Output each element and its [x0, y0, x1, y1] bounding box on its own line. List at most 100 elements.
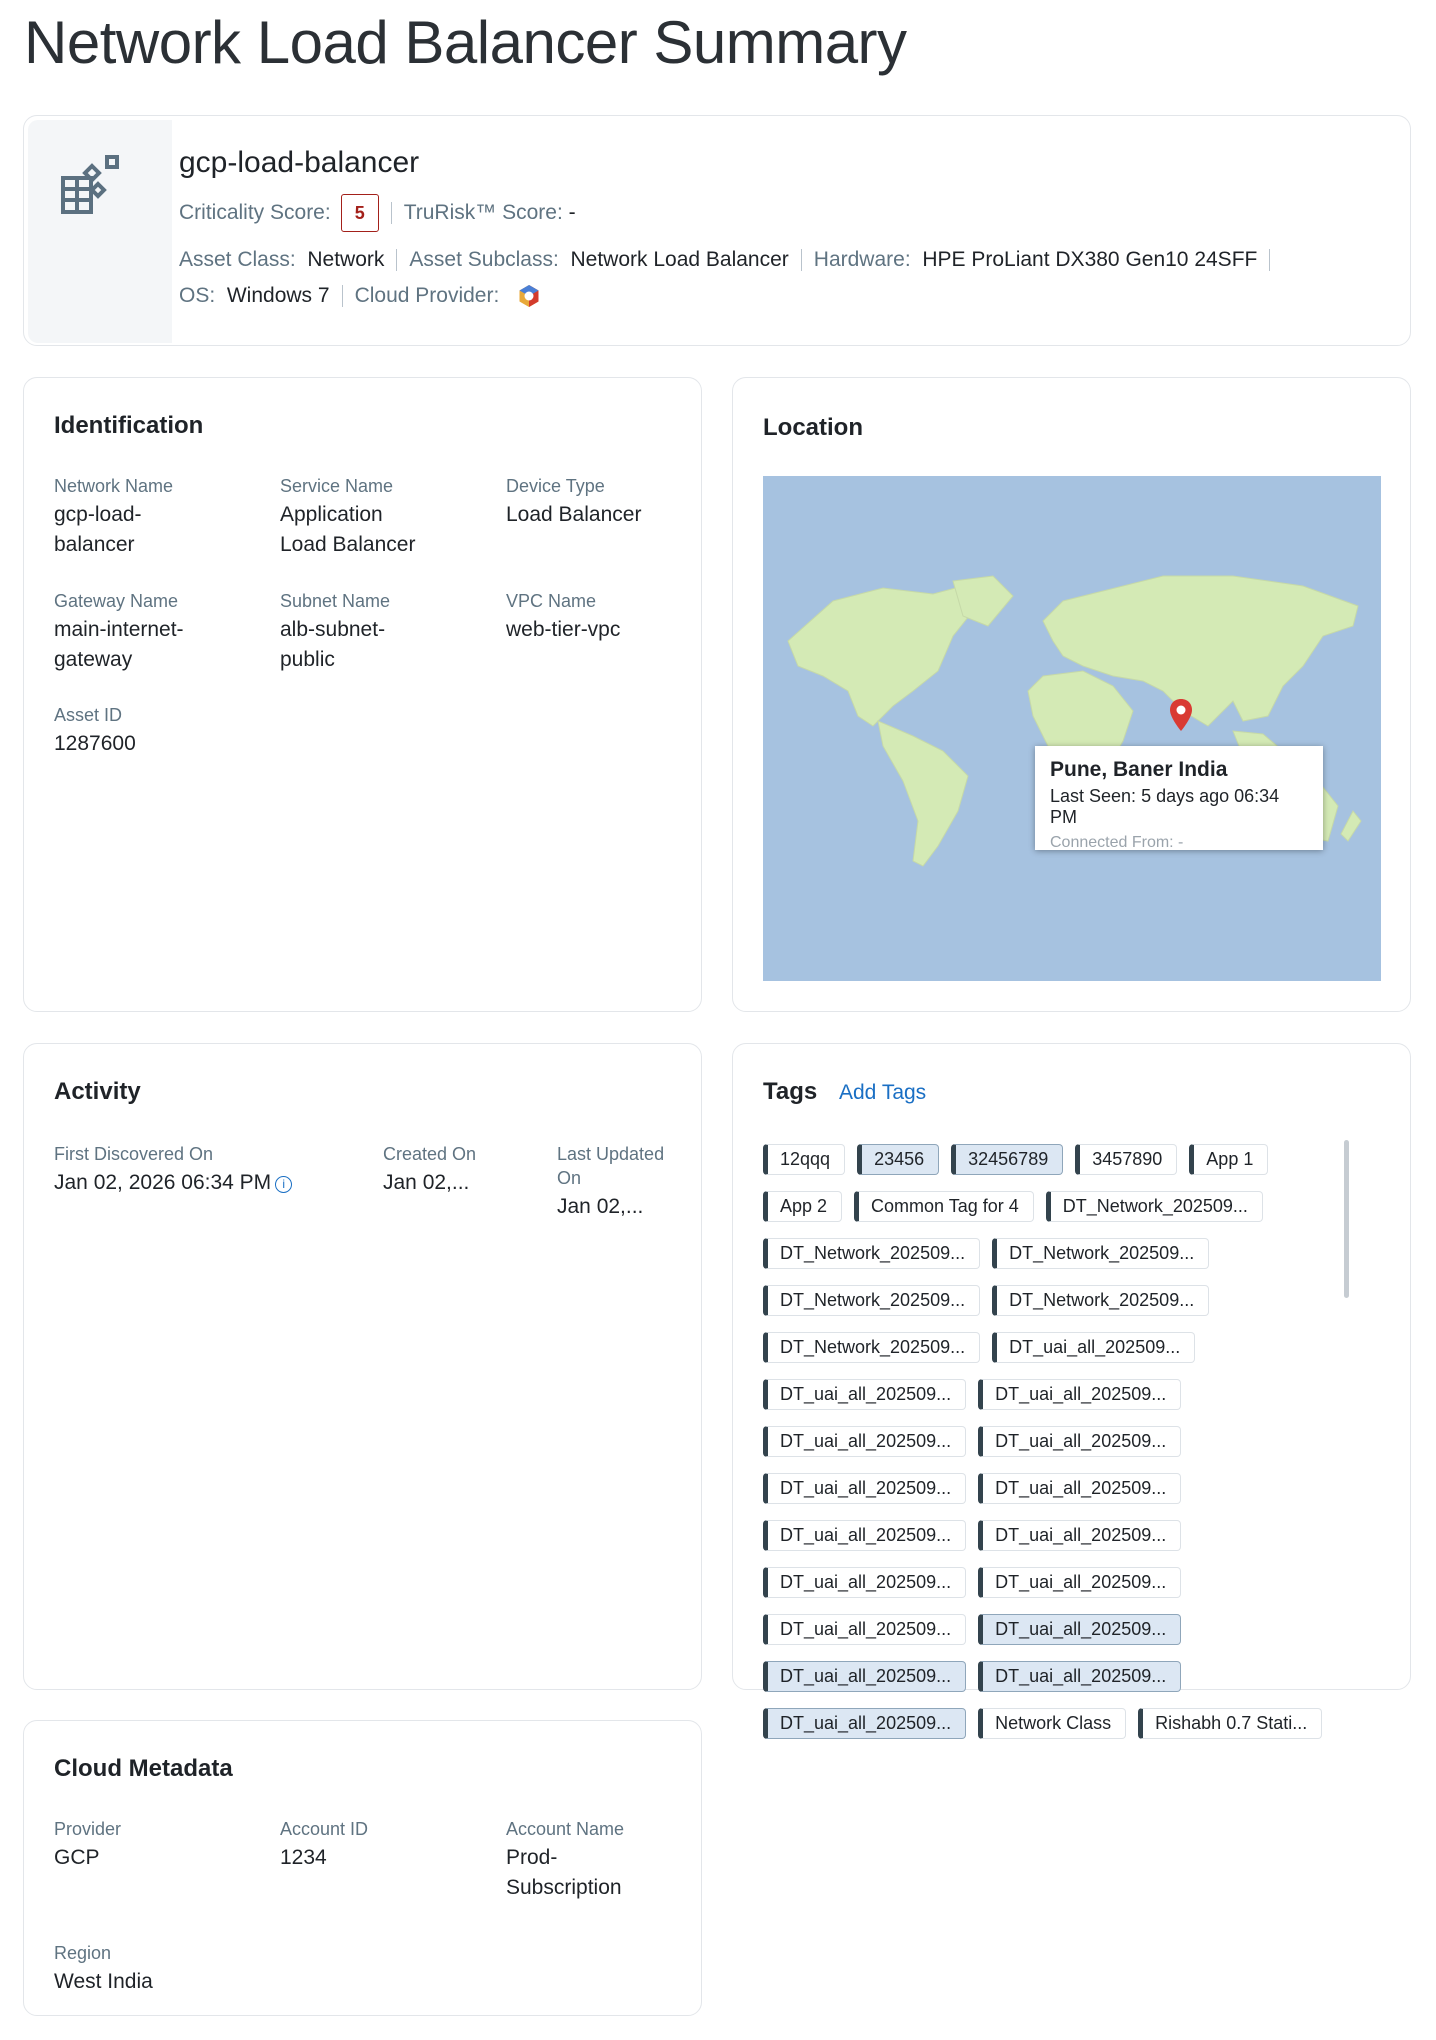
field-value: 1234: [280, 1846, 327, 1869]
tag-chip[interactable]: DT_uai_all_202509...: [763, 1661, 967, 1692]
tag-chip[interactable]: DT_uai_all_202509...: [978, 1473, 1182, 1504]
asset-class-label: Asset Class:: [179, 248, 296, 271]
field-value: West India: [54, 1970, 153, 1993]
field-label: Last Updated On: [557, 1144, 665, 1188]
divider: [390, 202, 392, 224]
tag-chip[interactable]: DT_uai_all_202509...: [992, 1332, 1196, 1363]
location-pin-icon[interactable]: [1169, 698, 1193, 732]
last-updated-field: Last Updated On Jan 02,...: [557, 1142, 677, 1222]
os-label: OS:: [179, 284, 216, 307]
add-tags-link[interactable]: Add Tags: [839, 1081, 926, 1105]
tag-chip[interactable]: DT_uai_all_202509...: [763, 1520, 967, 1551]
tag-chip[interactable]: DT_uai_all_202509...: [763, 1379, 967, 1410]
cloud-metadata-card: Cloud Metadata Provider GCP Account ID 123…: [23, 1720, 702, 2016]
gcp-logo-icon: [519, 285, 539, 307]
tag-chip[interactable]: 32456789: [951, 1144, 1064, 1175]
field-value: Jan 02, 2026 06:34 PM: [54, 1171, 272, 1194]
location-last-seen: Last Seen: 5 days ago 06:34 PM: [1050, 786, 1280, 827]
load-balancer-icon: [61, 155, 119, 214]
field-label: Account ID: [280, 1819, 369, 1839]
activity-card: Activity First Discovered On Jan 02, 2026…: [23, 1043, 702, 1690]
tag-chip[interactable]: 3457890: [1075, 1144, 1178, 1175]
tag-chip[interactable]: DT_uai_all_202509...: [978, 1426, 1182, 1457]
os-value: Windows 7: [226, 284, 330, 307]
criticality-label: Criticality Score:: [179, 201, 331, 224]
criticality-badge: 5: [340, 194, 379, 232]
tag-chip[interactable]: DT_Network_202509...: [1045, 1191, 1263, 1222]
tags-title: Tags: [763, 1078, 818, 1105]
hardware-value: HPE ProLiant DX380 Gen10 24SFF: [922, 248, 1258, 271]
tag-chip[interactable]: DT_uai_all_202509...: [978, 1661, 1182, 1692]
tag-chip[interactable]: 12qqq: [763, 1144, 846, 1175]
tag-chip[interactable]: DT_uai_all_202509...: [763, 1426, 967, 1457]
tag-chip[interactable]: DT_uai_all_202509...: [978, 1379, 1182, 1410]
tag-chip[interactable]: DT_uai_all_202509...: [763, 1708, 967, 1739]
field-value: Application Load Balancer: [280, 503, 416, 556]
field-value: web-tier-vpc: [506, 618, 621, 641]
asset-header-card: gcp-load-balancer Criticality Score: 5 T…: [23, 115, 1411, 346]
provider-field: Provider GCP: [54, 1817, 264, 1873]
divider: [396, 249, 398, 271]
field-value: Jan 02,...: [557, 1195, 644, 1218]
field-label: First Discovered On: [54, 1144, 214, 1164]
service-name-field: Service Name Application Load Balancer: [280, 474, 490, 560]
location-title: Location: [763, 414, 863, 441]
tag-chip[interactable]: DT_Network_202509...: [992, 1238, 1210, 1269]
tag-chip[interactable]: Network Class: [978, 1708, 1127, 1739]
asset-subclass-label: Asset Subclass:: [409, 248, 559, 271]
field-label: Asset ID: [54, 705, 123, 725]
field-label: Gateway Name: [54, 591, 179, 611]
trurisk-value: -: [568, 201, 576, 224]
tag-chip[interactable]: App 1: [1189, 1144, 1269, 1175]
tag-chip[interactable]: DT_Network_202509...: [763, 1238, 981, 1269]
tag-chip[interactable]: DT_Network_202509...: [992, 1285, 1210, 1316]
field-label: Subnet Name: [280, 591, 391, 611]
field-label: Created On: [383, 1144, 477, 1164]
tag-chip[interactable]: DT_uai_all_202509...: [763, 1473, 967, 1504]
asset-class-value: Network: [307, 248, 385, 271]
location-connected-from: Connected From: -: [1050, 834, 1184, 851]
field-value: alb-subnet-public: [280, 618, 386, 671]
location-place: Pune, Baner India: [1050, 758, 1228, 781]
divider: [800, 249, 802, 271]
field-value: main-internet-gateway: [54, 618, 184, 671]
tag-chip[interactable]: DT_uai_all_202509...: [763, 1614, 967, 1645]
tag-chip[interactable]: DT_Network_202509...: [763, 1285, 981, 1316]
hardware-label: Hardware:: [813, 248, 911, 271]
world-map-land: [787, 575, 1362, 867]
network-name-field: Network Name gcp-load-balancer: [54, 474, 264, 560]
device-type-field: Device Type Load Balancer: [506, 474, 716, 530]
location-tooltip: Pune, Baner India Last Seen: 5 days ago …: [1035, 746, 1323, 851]
tag-chip[interactable]: Common Tag for 4: [854, 1191, 1034, 1222]
activity-title: Activity: [54, 1078, 141, 1105]
field-label: Device Type: [506, 476, 605, 496]
field-value: Jan 02,...: [383, 1171, 470, 1194]
field-value: Load Balancer: [506, 503, 642, 526]
divider: [1269, 249, 1271, 271]
field-value: GCP: [54, 1846, 100, 1869]
field-label: Network Name: [54, 476, 174, 496]
tag-chip[interactable]: Rishabh 0.7 Stati...: [1138, 1708, 1323, 1739]
location-card: Location Pune, Baner India Last Seen: 5 …: [732, 377, 1411, 1012]
tag-chip[interactable]: 23456: [857, 1144, 940, 1175]
world-map[interactable]: Pune, Baner India Last Seen: 5 days ago …: [763, 476, 1381, 981]
info-icon[interactable]: i: [275, 1176, 293, 1193]
region-field: Region West India: [54, 1941, 264, 1997]
identification-title: Identification: [54, 412, 204, 439]
tags-scrollbar[interactable]: [1344, 1140, 1349, 1298]
account-id-field: Account ID 1234: [280, 1817, 490, 1873]
field-label: VPC Name: [506, 591, 597, 611]
tag-chip[interactable]: DT_Network_202509...: [763, 1332, 981, 1363]
field-label: Service Name: [280, 476, 394, 496]
cloud-provider-label: Cloud Provider:: [354, 284, 500, 307]
field-label: Account Name: [506, 1819, 625, 1839]
tag-chip[interactable]: DT_uai_all_202509...: [978, 1614, 1182, 1645]
asset-subclass-value: Network Load Balancer: [570, 248, 789, 271]
tag-chip[interactable]: DT_uai_all_202509...: [978, 1567, 1182, 1598]
asset-type-panel: [28, 120, 172, 343]
tag-chip[interactable]: DT_uai_all_202509...: [978, 1520, 1182, 1551]
tag-chip[interactable]: DT_uai_all_202509...: [763, 1567, 967, 1598]
account-name-field: Account Name Prod-Subscription: [506, 1817, 716, 1903]
field-value: gcp-load-balancer: [54, 503, 142, 556]
tag-chip[interactable]: App 2: [763, 1191, 843, 1222]
